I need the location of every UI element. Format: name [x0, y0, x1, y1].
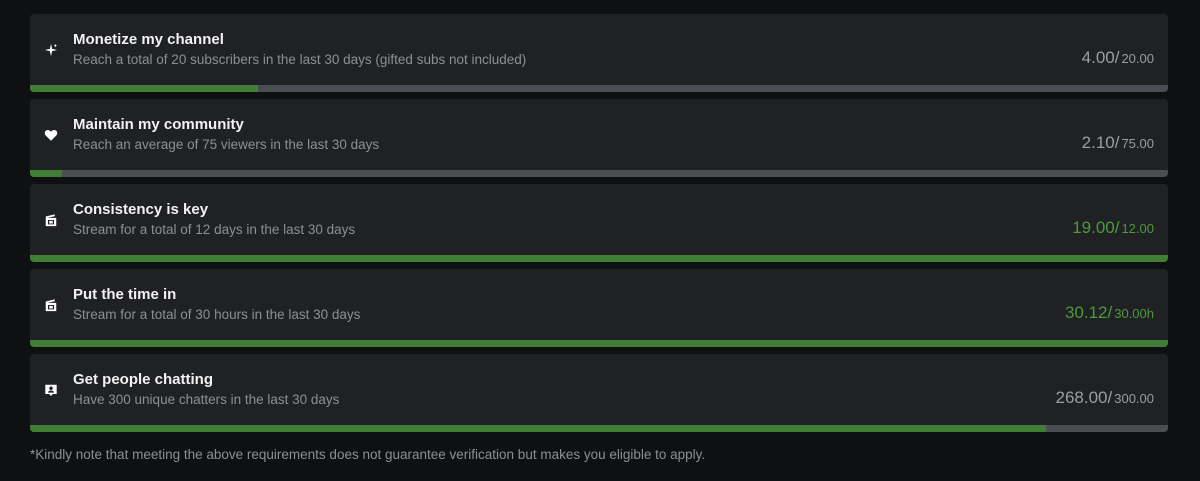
calendar-icon: [42, 296, 60, 314]
eligibility-note: *Kindly note that meeting the above requ…: [30, 447, 706, 462]
requirement-title: Monetize my channel: [73, 31, 224, 48]
requirement-target: 12.00: [1121, 221, 1154, 236]
requirement-value: 19.00/12.00: [1072, 218, 1154, 238]
requirement-current: 30.12/: [1064, 303, 1113, 322]
heart-icon: [42, 126, 60, 144]
requirement-card-consistency: Consistency is key Stream for a total of…: [30, 184, 1168, 262]
requirement-current: 268.00/: [1055, 388, 1113, 407]
requirement-card-monetize: Monetize my channel Reach a total of 20 …: [30, 14, 1168, 92]
requirement-target: 20.00: [1121, 51, 1154, 66]
requirement-title: Put the time in: [73, 286, 177, 303]
progress-track: [30, 255, 1168, 262]
requirement-current: 2.10/: [1081, 133, 1120, 152]
progress-track: [30, 425, 1168, 432]
requirement-current: 19.00/: [1072, 218, 1120, 237]
requirement-target: 30.00h: [1114, 306, 1154, 321]
sparkle-icon: [42, 41, 60, 59]
progress-fill: [30, 255, 1168, 262]
progress-fill: [30, 170, 62, 177]
requirement-target: 300.00: [1114, 391, 1154, 406]
requirement-value: 4.00/20.00: [1082, 48, 1154, 68]
requirement-description: Reach an average of 75 viewers in the la…: [73, 137, 380, 152]
requirements-list: Monetize my channel Reach a total of 20 …: [30, 14, 1168, 439]
progress-track: [30, 85, 1168, 92]
requirement-card-time: Put the time in Stream for a total of 30…: [30, 269, 1168, 347]
requirement-current: 4.00/: [1081, 48, 1120, 67]
requirement-title: Get people chatting: [73, 371, 214, 388]
requirement-target: 75.00: [1121, 136, 1154, 151]
requirement-value: 30.12/30.00h: [1065, 303, 1154, 323]
requirement-value: 2.10/75.00: [1082, 133, 1154, 153]
requirement-description: Stream for a total of 12 days in the las…: [73, 222, 356, 237]
requirement-description: Stream for a total of 30 hours in the la…: [73, 307, 361, 322]
progress-fill: [30, 425, 1047, 432]
requirement-description: Reach a total of 20 subscribers in the l…: [73, 52, 527, 67]
progress-fill: [30, 85, 258, 92]
progress-fill: [30, 340, 1168, 347]
requirement-card-chatting: Get people chatting Have 300 unique chat…: [30, 354, 1168, 432]
progress-track: [30, 340, 1168, 347]
requirement-card-community: Maintain my community Reach an average o…: [30, 99, 1168, 177]
calendar-icon: [42, 211, 60, 229]
requirement-value: 268.00/300.00: [1056, 388, 1155, 408]
requirement-title: Maintain my community: [73, 116, 244, 133]
requirement-description: Have 300 unique chatters in the last 30 …: [73, 392, 340, 407]
chat-user-icon: [42, 381, 60, 399]
requirement-title: Consistency is key: [73, 201, 209, 218]
progress-track: [30, 170, 1168, 177]
